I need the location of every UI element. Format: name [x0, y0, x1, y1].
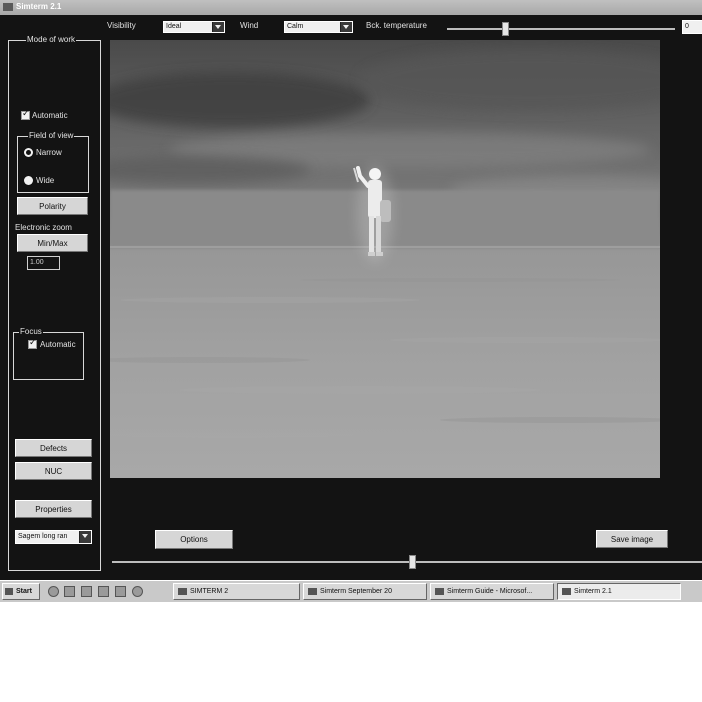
- focus-automatic-label: Automatic: [40, 340, 76, 349]
- bottom-slider-thumb[interactable]: [409, 555, 416, 569]
- start-button[interactable]: Start: [2, 583, 40, 600]
- chevron-down-icon: [340, 22, 352, 32]
- wide-label: Wide: [36, 176, 55, 185]
- thermal-view[interactable]: [110, 40, 660, 478]
- title-bar: Simterm 2.1: [0, 0, 702, 15]
- taskbar-item-label: Simterm September 20: [320, 588, 392, 595]
- bck-temperature-slider[interactable]: [447, 22, 675, 36]
- focus-label: Focus: [19, 327, 43, 336]
- narrow-label: Narrow: [36, 148, 62, 157]
- bck-temperature-value[interactable]: 0: [682, 20, 702, 34]
- save-image-button[interactable]: Save image: [596, 530, 668, 548]
- app-icon: [3, 3, 13, 11]
- bck-temperature-slider-thumb[interactable]: [502, 22, 509, 36]
- visibility-value: Ideal: [166, 23, 182, 30]
- field-of-view-label: Field of view: [28, 131, 75, 140]
- automatic-checkbox[interactable]: [21, 109, 30, 120]
- media-icon[interactable]: [132, 586, 143, 597]
- wind-select[interactable]: Calm: [284, 21, 353, 33]
- defects-button[interactable]: Defects: [15, 439, 92, 457]
- taskbar-item-simterm-guide[interactable]: Simterm Guide - Microsof...: [430, 583, 554, 600]
- excel-icon[interactable]: [98, 586, 109, 597]
- nuc-button[interactable]: NUC: [15, 462, 92, 480]
- start-label: Start: [16, 588, 32, 595]
- camera-select[interactable]: Sagem long ran: [15, 530, 92, 544]
- outlook-icon[interactable]: [64, 586, 75, 597]
- desktop-icon[interactable]: [81, 586, 92, 597]
- app-icon: [562, 587, 571, 595]
- folder-icon: [178, 587, 187, 595]
- mode-of-work-label: Mode of work: [26, 35, 77, 44]
- visibility-label: Visibility: [107, 21, 136, 30]
- taskbar-item-simterm-september[interactable]: Simterm September 20: [303, 583, 427, 600]
- wide-radio[interactable]: [24, 176, 33, 185]
- bck-temperature-label: Bck. temperature: [366, 21, 427, 30]
- taskbar-item-label: Simterm 2.1: [574, 588, 612, 595]
- folder-icon: [308, 587, 317, 595]
- camera-select-value: Sagem long ran: [18, 533, 68, 540]
- min-max-button[interactable]: Min/Max: [17, 234, 88, 252]
- chevron-down-icon: [212, 22, 224, 32]
- window-title: Simterm 2.1: [16, 2, 62, 11]
- taskbar-item-label: Simterm Guide - Microsof...: [447, 588, 533, 595]
- chevron-down-icon: [79, 531, 91, 543]
- taskbar-item-simterm2[interactable]: SIMTERM 2: [173, 583, 300, 600]
- browser-icon[interactable]: [48, 586, 59, 597]
- visibility-select[interactable]: Ideal: [163, 21, 225, 33]
- wind-label: Wind: [240, 21, 259, 30]
- taskbar-item-simterm21[interactable]: Simterm 2.1: [557, 583, 681, 600]
- options-button[interactable]: Options: [155, 530, 233, 549]
- windows-logo-icon: [5, 587, 13, 595]
- polarity-button[interactable]: Polarity: [17, 197, 88, 215]
- bottom-slider[interactable]: [112, 555, 702, 569]
- automatic-label: Automatic: [32, 111, 68, 120]
- word-icon[interactable]: [115, 586, 126, 597]
- properties-button[interactable]: Properties: [15, 500, 92, 518]
- zoom-value-field[interactable]: 1.00: [27, 256, 60, 270]
- thermal-scene: [110, 50, 660, 438]
- electronic-zoom-label: Electronic zoom: [15, 223, 72, 232]
- document-icon: [435, 587, 444, 595]
- taskbar: Start SIMTERM 2 Simterm September 20 Sim…: [0, 580, 702, 602]
- taskbar-item-label: SIMTERM 2: [190, 588, 229, 595]
- wind-value: Calm: [287, 23, 304, 30]
- narrow-radio[interactable]: [24, 148, 33, 157]
- focus-automatic-checkbox[interactable]: [28, 338, 37, 349]
